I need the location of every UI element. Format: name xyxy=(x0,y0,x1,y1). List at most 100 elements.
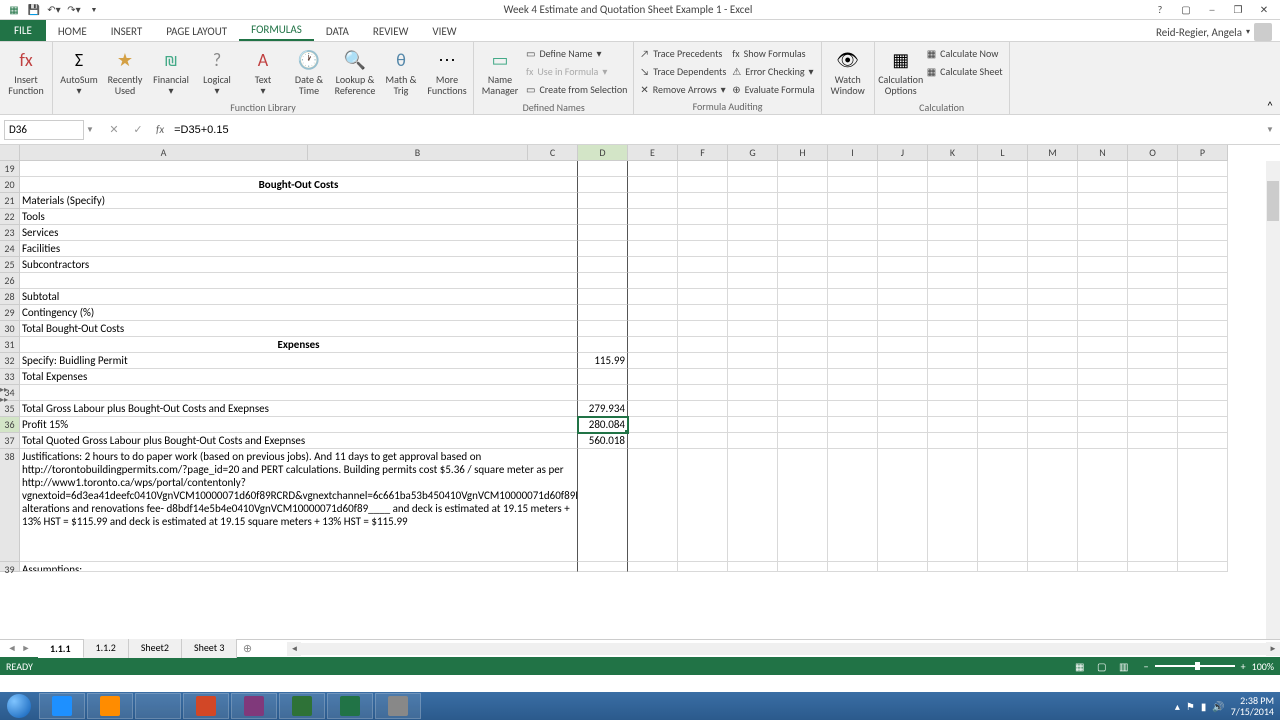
cell-e29[interactable] xyxy=(628,305,678,321)
col-header-D[interactable]: D xyxy=(578,145,628,161)
row-header-29[interactable]: 29 xyxy=(0,305,20,321)
cell-e38[interactable] xyxy=(628,449,678,562)
cell-p39[interactable] xyxy=(1178,562,1228,572)
autosum-button[interactable]: ΣAutoSum▾ xyxy=(57,44,101,100)
cell-l24[interactable] xyxy=(978,241,1028,257)
cell-p34[interactable] xyxy=(1178,385,1228,401)
cell-n36[interactable] xyxy=(1078,417,1128,433)
col-header-P[interactable]: P xyxy=(1178,145,1228,161)
redo-icon[interactable]: ↷▾ xyxy=(66,2,82,18)
row-header-31[interactable]: 31 xyxy=(0,337,20,353)
system-tray[interactable]: ▴ ⚑ ▮ 🔊 2:38 PM7/15/2014 xyxy=(1175,695,1280,717)
cell-l29[interactable] xyxy=(978,305,1028,321)
enter-formula-icon[interactable]: ✓ xyxy=(126,120,150,140)
cell-p36[interactable] xyxy=(1178,417,1228,433)
col-header-O[interactable]: O xyxy=(1128,145,1178,161)
cells[interactable]: Bought-Out CostsMaterials (Specify)Tools… xyxy=(20,161,1266,639)
cell-f21[interactable] xyxy=(678,193,728,209)
cell-k20[interactable] xyxy=(928,177,978,193)
cell-n39[interactable] xyxy=(1078,562,1128,572)
cell-e33[interactable] xyxy=(628,369,678,385)
calculate-sheet-button[interactable]: ▦ Calculate Sheet xyxy=(925,62,1005,80)
cell-d21[interactable] xyxy=(578,193,628,209)
cell-i21[interactable] xyxy=(828,193,878,209)
row-header-26[interactable]: 26 xyxy=(0,273,20,289)
tab-file[interactable]: FILE xyxy=(0,20,46,41)
cell-d33[interactable] xyxy=(578,369,628,385)
cell-p32[interactable] xyxy=(1178,353,1228,369)
cell-k26[interactable] xyxy=(928,273,978,289)
zoom-slider[interactable] xyxy=(1155,665,1235,667)
cell-m38[interactable] xyxy=(1028,449,1078,562)
cell-m29[interactable] xyxy=(1028,305,1078,321)
cell-h33[interactable] xyxy=(778,369,828,385)
col-header-G[interactable]: G xyxy=(728,145,778,161)
cell-p35[interactable] xyxy=(1178,401,1228,417)
calculation-options-button[interactable]: ▦Calculation Options xyxy=(879,44,923,100)
cell-j34[interactable] xyxy=(878,385,928,401)
cell-o32[interactable] xyxy=(1128,353,1178,369)
datetime-button[interactable]: 🕐Date & Time xyxy=(287,44,331,100)
cell-a19[interactable] xyxy=(20,161,578,177)
cell-m21[interactable] xyxy=(1028,193,1078,209)
row-header-23[interactable]: 23 xyxy=(0,225,20,241)
cell-e24[interactable] xyxy=(628,241,678,257)
cell-j32[interactable] xyxy=(878,353,928,369)
zoom-control[interactable]: − + 100% xyxy=(1144,660,1274,673)
evaluate-formula-button[interactable]: ⊕ Evaluate Formula xyxy=(730,80,816,98)
cell-o22[interactable] xyxy=(1128,209,1178,225)
cell-m33[interactable] xyxy=(1028,369,1078,385)
cell-k30[interactable] xyxy=(928,321,978,337)
fx-icon[interactable]: fx xyxy=(156,123,164,136)
cell-k23[interactable] xyxy=(928,225,978,241)
cell-a35[interactable]: Total Gross Labour plus Bought-Out Costs… xyxy=(20,401,578,417)
vertical-scrollbar[interactable] xyxy=(1266,161,1280,639)
cell-d31[interactable] xyxy=(578,337,628,353)
cell-j33[interactable] xyxy=(878,369,928,385)
cell-h39[interactable] xyxy=(778,562,828,572)
cell-o35[interactable] xyxy=(1128,401,1178,417)
cell-h31[interactable] xyxy=(778,337,828,353)
cell-e19[interactable] xyxy=(628,161,678,177)
insert-function-button[interactable]: fxInsert Function xyxy=(4,44,48,100)
create-from-selection-button[interactable]: ▭ Create from Selection xyxy=(524,80,629,98)
cell-a39[interactable]: Assumptions: xyxy=(20,562,578,572)
cell-k33[interactable] xyxy=(928,369,978,385)
cell-e22[interactable] xyxy=(628,209,678,225)
tab-home[interactable]: HOME xyxy=(46,22,99,41)
recently-used-button[interactable]: ★Recently Used xyxy=(103,44,147,100)
cell-k32[interactable] xyxy=(928,353,978,369)
cell-h32[interactable] xyxy=(778,353,828,369)
cell-p22[interactable] xyxy=(1178,209,1228,225)
col-header-N[interactable]: N xyxy=(1078,145,1128,161)
page-break-view-icon[interactable]: ▥ xyxy=(1114,659,1134,673)
cell-m35[interactable] xyxy=(1028,401,1078,417)
cell-h21[interactable] xyxy=(778,193,828,209)
cell-e28[interactable] xyxy=(628,289,678,305)
sheet-tab-Sheet3[interactable]: Sheet 3 xyxy=(182,639,237,658)
cell-m36[interactable] xyxy=(1028,417,1078,433)
trace-precedents-button[interactable]: ↗ Trace Precedents xyxy=(638,44,728,62)
cell-n31[interactable] xyxy=(1078,337,1128,353)
cell-n34[interactable] xyxy=(1078,385,1128,401)
cell-l23[interactable] xyxy=(978,225,1028,241)
cell-h28[interactable] xyxy=(778,289,828,305)
cell-g29[interactable] xyxy=(728,305,778,321)
cell-l33[interactable] xyxy=(978,369,1028,385)
cell-i29[interactable] xyxy=(828,305,878,321)
cell-a37[interactable]: Total Quoted Gross Labour plus Bought-Ou… xyxy=(20,433,578,449)
cancel-formula-icon[interactable]: ✕ xyxy=(102,120,126,140)
cell-f38[interactable] xyxy=(678,449,728,562)
cell-d38[interactable] xyxy=(578,449,628,562)
cell-g39[interactable] xyxy=(728,562,778,572)
cell-g22[interactable] xyxy=(728,209,778,225)
cell-p37[interactable] xyxy=(1178,433,1228,449)
cell-o28[interactable] xyxy=(1128,289,1178,305)
row-header-24[interactable]: 24 xyxy=(0,241,20,257)
cell-n23[interactable] xyxy=(1078,225,1128,241)
cell-k24[interactable] xyxy=(928,241,978,257)
cell-l19[interactable] xyxy=(978,161,1028,177)
cell-f31[interactable] xyxy=(678,337,728,353)
cell-e37[interactable] xyxy=(628,433,678,449)
cell-i35[interactable] xyxy=(828,401,878,417)
